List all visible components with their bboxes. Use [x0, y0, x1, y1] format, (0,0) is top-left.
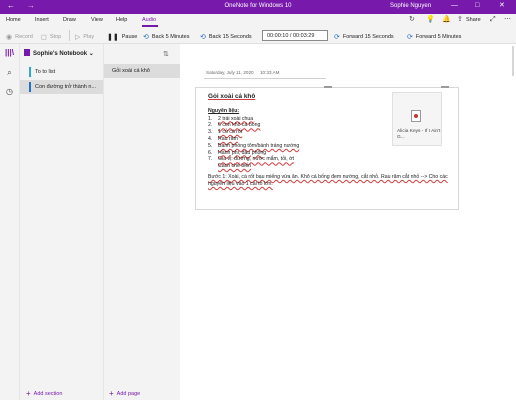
instruction-step: Bước 1: Xoài, cà rốt bạu miếng vừa ăn. K…	[208, 173, 448, 187]
chevron-down-icon: ⌄	[88, 51, 94, 57]
forward-5-minutes-button[interactable]: ⟳ Forward 5 Minutes	[407, 32, 461, 41]
tab-view[interactable]: View	[91, 17, 103, 23]
page-date: Saturday, July 11, 2020	[206, 70, 254, 75]
fast-forward-icon: ⟳	[407, 33, 413, 41]
tab-draw[interactable]: Draw	[63, 17, 76, 23]
notebook-icon	[24, 49, 30, 56]
close-icon[interactable]: ✕	[499, 2, 505, 10]
minimize-icon[interactable]: —	[451, 2, 458, 10]
rewind-icon: ⟲	[200, 33, 206, 41]
share-icon[interactable]: ⇪	[457, 16, 463, 24]
rewind-icon: ⟲	[143, 33, 149, 41]
notebook-selector[interactable]: Sophie's Notebook ⌄	[24, 49, 94, 57]
section-color-tab	[29, 67, 31, 77]
list-item: Cách chế biến	[218, 163, 252, 170]
title-bar: ← → OneNote for Windows 10 Sophie Nguyen…	[0, 0, 516, 14]
more-icon[interactable]: ⋯	[504, 16, 511, 24]
page-canvas[interactable]: Saturday, July 11, 2020 10:33 AM Gỏi xoà…	[180, 44, 516, 400]
audio-file-icon	[411, 110, 421, 122]
pause-button[interactable]: ❚❚ Pause	[107, 32, 137, 41]
toolbar-divider	[69, 30, 70, 41]
search-icon[interactable]: ⌕	[4, 67, 15, 78]
stop-button[interactable]: ◻ Stop	[41, 32, 61, 41]
share-button[interactable]: Share	[466, 17, 481, 23]
page-time: 10:33 AM	[260, 70, 280, 75]
pages-pane: Gỏi xoài cá khô + Add page	[103, 44, 181, 400]
add-page-button[interactable]: + Add page	[109, 388, 140, 398]
list-item: 7. Gia vị: đường, nước mắm, tỏi, ớt	[208, 156, 294, 163]
page-title-divider	[204, 78, 326, 79]
maximize-icon[interactable]: □	[475, 2, 479, 10]
audio-toolbar: ◉ Record ◻ Stop ▷ Play ❚❚ Pause ⟲ Back 5 Minu…	[0, 27, 516, 44]
ribbon-tabs: Home Insert Draw View Help Audio ↻ 💡 🔔 ⇪…	[0, 14, 516, 27]
expand-icon[interactable]: ⤢	[490, 16, 496, 24]
record-button[interactable]: ◉ Record	[6, 32, 33, 41]
note-container[interactable]: Gỏi xoài cá khô Nguyên liệu: 1. 2 trái xo…	[195, 86, 459, 210]
recent-notes-icon[interactable]: ◷	[4, 86, 15, 97]
back-15-seconds-button[interactable]: ⟲ Back 15 Seconds	[200, 32, 252, 41]
sections-pane: Sophie's Notebook ⌄ To to list Con đường…	[19, 44, 104, 400]
tab-help[interactable]: Help	[116, 17, 127, 23]
section-color-tab	[29, 82, 31, 92]
plus-icon: +	[109, 389, 114, 398]
section-item-active[interactable]: Con đường trở thành n...	[20, 80, 104, 94]
user-name[interactable]: Sophie Nguyen	[390, 3, 431, 9]
play-icon: ▷	[75, 33, 81, 41]
bell-icon[interactable]: 🔔	[442, 16, 451, 24]
attachment-caption: Alicia Keys - If I Ain't G...	[397, 129, 441, 140]
tab-insert[interactable]: Insert	[35, 17, 49, 23]
navigation-rail: |||\ ⌕ ◷	[0, 44, 19, 400]
record-icon: ◉	[6, 33, 13, 41]
container-handle[interactable]	[324, 86, 332, 88]
fast-forward-icon: ⟳	[334, 33, 340, 41]
audio-attachment[interactable]: Alicia Keys - If I Ain't G...	[392, 92, 442, 146]
stop-icon: ◻	[41, 33, 47, 41]
tab-home[interactable]: Home	[6, 17, 21, 23]
container-handle[interactable]	[441, 86, 449, 88]
plus-icon: +	[26, 389, 31, 398]
sync-icon[interactable]: ↻	[409, 16, 415, 24]
lightbulb-icon[interactable]: 💡	[426, 16, 435, 24]
section-item[interactable]: To to list	[20, 65, 104, 79]
window-title: OneNote for Windows 10	[224, 3, 292, 9]
playback-time-display[interactable]: 00:00:10 / 00:03:29	[262, 30, 328, 41]
scrollbar[interactable]	[512, 46, 514, 76]
onenote-window: ← → OneNote for Windows 10 Sophie Nguyen…	[0, 0, 516, 400]
back-5-minutes-button[interactable]: ⟲ Back 5 Minutes	[143, 32, 189, 41]
add-section-button[interactable]: + Add section	[26, 388, 62, 398]
tab-audio[interactable]: Audio	[142, 17, 156, 23]
play-button[interactable]: ▷ Play	[75, 32, 94, 41]
notebooks-icon[interactable]: |||\	[4, 47, 15, 58]
sort-icon[interactable]: ⇅	[163, 50, 169, 58]
pause-icon: ❚❚	[107, 33, 119, 41]
page-item-active[interactable]: Gỏi xoài cá khô	[104, 64, 181, 78]
forward-15-seconds-button[interactable]: ⟳ Forward 15 Seconds	[334, 32, 394, 41]
